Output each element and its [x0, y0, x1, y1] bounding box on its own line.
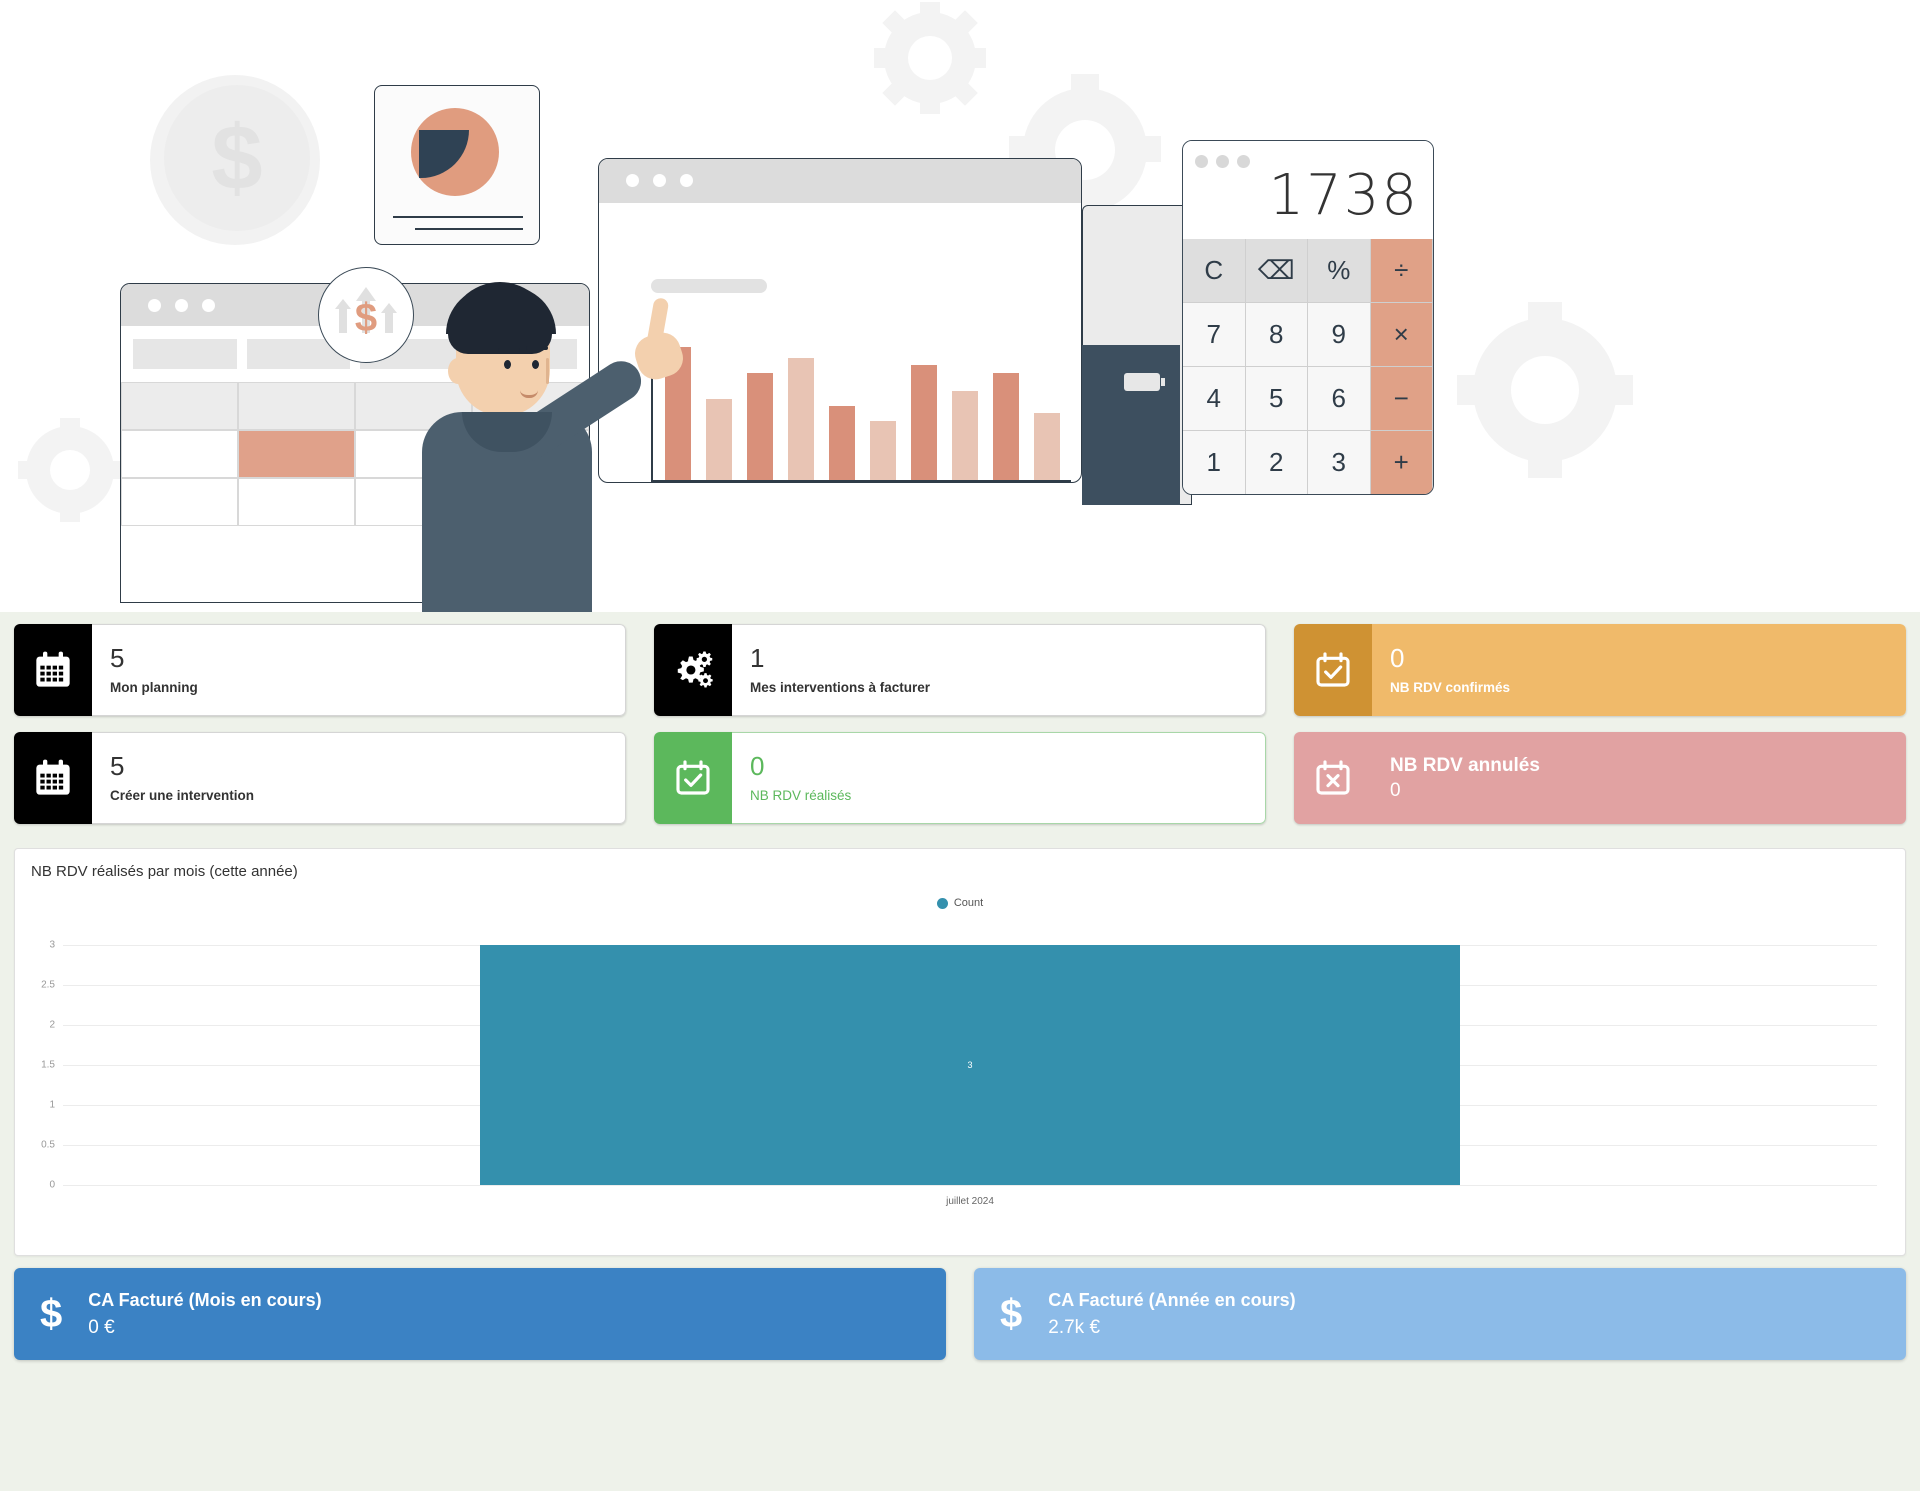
card-label: Mes interventions à facturer — [750, 680, 931, 696]
card-label: NB RDV réalisés — [750, 788, 852, 804]
revenue-column-right: $ CA Facturé (Année en cours) 2.7k € — [960, 1268, 1920, 1360]
calculator-key-9[interactable]: 9 — [1308, 303, 1371, 367]
calculator-display: 1738 — [1268, 163, 1419, 228]
illustration-bar-chart — [651, 322, 1071, 482]
chart-x-tick-label: juillet 2024 — [946, 1196, 994, 1207]
calculator-key-%[interactable]: % — [1308, 239, 1371, 303]
chart-y-tick-label: 2 — [49, 1019, 55, 1031]
illustration-bar — [788, 357, 814, 480]
dollar-sign-icon: $ — [40, 1292, 63, 1336]
card-label: CA Facturé (Année en cours) — [1048, 1289, 1296, 1310]
dollar-sign-icon: $ — [1000, 1292, 1023, 1336]
card-label: Créer une intervention — [110, 788, 255, 804]
calculator-key-2[interactable]: 2 — [1245, 431, 1308, 494]
card-value: 2.7k € — [1048, 1316, 1101, 1338]
revenue-column-left: $ CA Facturé (Mois en cours) 0 € — [0, 1268, 960, 1360]
dashboard-page: $ $ 1738 C ⌫ % ÷ 7 8 9 × 4 5 6 − 1 2 3 +… — [0, 0, 1920, 1491]
card-rdv-annules[interactable]: NB RDV annulés 0 — [1294, 732, 1906, 824]
coin-illustration: $ — [150, 75, 320, 245]
calendar-check-icon — [654, 732, 732, 824]
chart-bar-value-label: 3 — [967, 1060, 973, 1070]
calendar-check-icon — [1294, 624, 1372, 716]
card-value: 0 € — [88, 1316, 115, 1338]
card-value: 0 — [750, 750, 765, 781]
card-ca-mois-en-cours[interactable]: $ CA Facturé (Mois en cours) 0 € — [14, 1268, 946, 1360]
kpi-column-center: 1 Mes interventions à facturer 0 NB RDV … — [640, 624, 1280, 840]
calculator-key-4[interactable]: 4 — [1183, 367, 1246, 431]
hero-illustration: $ $ 1738 C ⌫ % ÷ 7 8 9 × 4 5 6 − 1 2 3 + — [0, 0, 1920, 612]
illustration-bar — [911, 365, 937, 480]
illustration-bar — [747, 372, 773, 480]
illustration-bar — [706, 398, 732, 480]
calculator-key-÷[interactable]: ÷ — [1370, 239, 1433, 303]
calculator-key-×[interactable]: × — [1370, 303, 1433, 367]
pie-chart-card-illustration — [374, 85, 540, 245]
svg-text:$: $ — [355, 296, 377, 340]
dashboard-window-illustration — [598, 158, 1082, 483]
card-value: 0 — [1390, 780, 1401, 802]
calculator-key-1[interactable]: 1 — [1183, 431, 1246, 494]
card-label: Mon planning — [110, 680, 198, 696]
chart-plot-area: 0 0.5 1 1.5 2 2.5 3 3 juillet 2024 — [15, 929, 1905, 1211]
calculator-key-C[interactable]: C — [1183, 239, 1246, 303]
card-value: 5 — [110, 750, 125, 781]
chart-gridline: 0 — [49, 1180, 1877, 1191]
illustration-bar — [829, 406, 855, 480]
dollar-sign-icon: $ — [211, 106, 263, 209]
calculator-key-5[interactable]: 5 — [1245, 367, 1308, 431]
calculator-key-−[interactable]: − — [1370, 367, 1433, 431]
card-creer-intervention[interactable]: 5 Créer une intervention — [14, 732, 626, 824]
card-rdv-realises[interactable]: 0 NB RDV réalisés — [654, 732, 1266, 824]
calendar-icon — [14, 624, 92, 716]
calculator-illustration: 1738 C ⌫% ÷ 7 8 9 × 4 5 6− 1 2 3 + — [1182, 140, 1434, 495]
legend-label: Count — [953, 897, 984, 909]
card-label: NB RDV annulés — [1390, 755, 1540, 777]
chart-y-tick-label: 3 — [49, 939, 55, 951]
chart-legend[interactable]: Count — [15, 897, 1905, 909]
illustration-bar — [993, 372, 1019, 480]
card-value: 0 — [1390, 642, 1405, 673]
calculator-key-7[interactable]: 7 — [1183, 303, 1246, 367]
card-mon-planning[interactable]: 5 Mon planning — [14, 624, 626, 716]
card-label: CA Facturé (Mois en cours) — [88, 1289, 322, 1310]
legend-color-swatch — [936, 897, 948, 909]
chart-y-tick-label: 0 — [49, 1179, 55, 1191]
calculator-key-+[interactable]: + — [1370, 431, 1433, 494]
chart-title: NB RDV réalisés par mois (cette année) — [31, 863, 298, 880]
calendar-icon — [14, 732, 92, 824]
card-value: 1 — [750, 642, 765, 673]
chart-y-tick-label: 2.5 — [41, 979, 55, 991]
chart-y-tick-label: 1 — [49, 1099, 55, 1111]
calculator-key-⌫[interactable]: ⌫ — [1245, 239, 1308, 303]
illustration-bar — [870, 420, 896, 480]
chart-y-tick-label: 0.5 — [41, 1139, 55, 1151]
person-illustration — [400, 272, 688, 612]
kpi-section: 5 Mon planning 5 Créer une intervention … — [0, 612, 1920, 840]
calculator-key-6[interactable]: 6 — [1308, 367, 1371, 431]
illustration-bar — [952, 391, 978, 480]
chart-bar[interactable]: 3 — [480, 945, 1460, 1185]
battery-icon — [1124, 373, 1165, 391]
calculator-key-8[interactable]: 8 — [1245, 303, 1308, 367]
card-label: NB RDV confirmés — [1390, 680, 1511, 696]
card-ca-annee-en-cours[interactable]: $ CA Facturé (Année en cours) 2.7k € — [974, 1268, 1906, 1360]
card-interventions-a-facturer[interactable]: 1 Mes interventions à facturer — [654, 624, 1266, 716]
chart-y-tick-label: 1.5 — [41, 1059, 55, 1071]
side-window-dark-panel — [1082, 345, 1180, 505]
calculator-keypad[interactable]: C ⌫% ÷ 7 8 9 × 4 5 6− 1 2 3 + — [1183, 239, 1433, 494]
calendar-cancel-icon — [1294, 758, 1372, 798]
chart-panel: NB RDV réalisés par mois (cette année) C… — [14, 848, 1906, 1256]
chart-plot-inner: 0 0.5 1 1.5 2 2.5 3 3 juillet 2024 — [41, 940, 1877, 1207]
calculator-key-3[interactable]: 3 — [1308, 431, 1371, 494]
revenue-section: $ CA Facturé (Mois en cours) 0 € $ CA Fa… — [0, 1268, 1920, 1360]
kpi-column-left: 5 Mon planning 5 Créer une intervention — [0, 624, 640, 840]
card-rdv-confirmes[interactable]: 0 NB RDV confirmés — [1294, 624, 1906, 716]
kpi-column-right: 0 NB RDV confirmés NB RDV annulés 0 — [1280, 624, 1920, 840]
gears-icon — [654, 624, 732, 716]
card-value: 5 — [110, 642, 125, 673]
illustration-bar — [1034, 413, 1060, 480]
